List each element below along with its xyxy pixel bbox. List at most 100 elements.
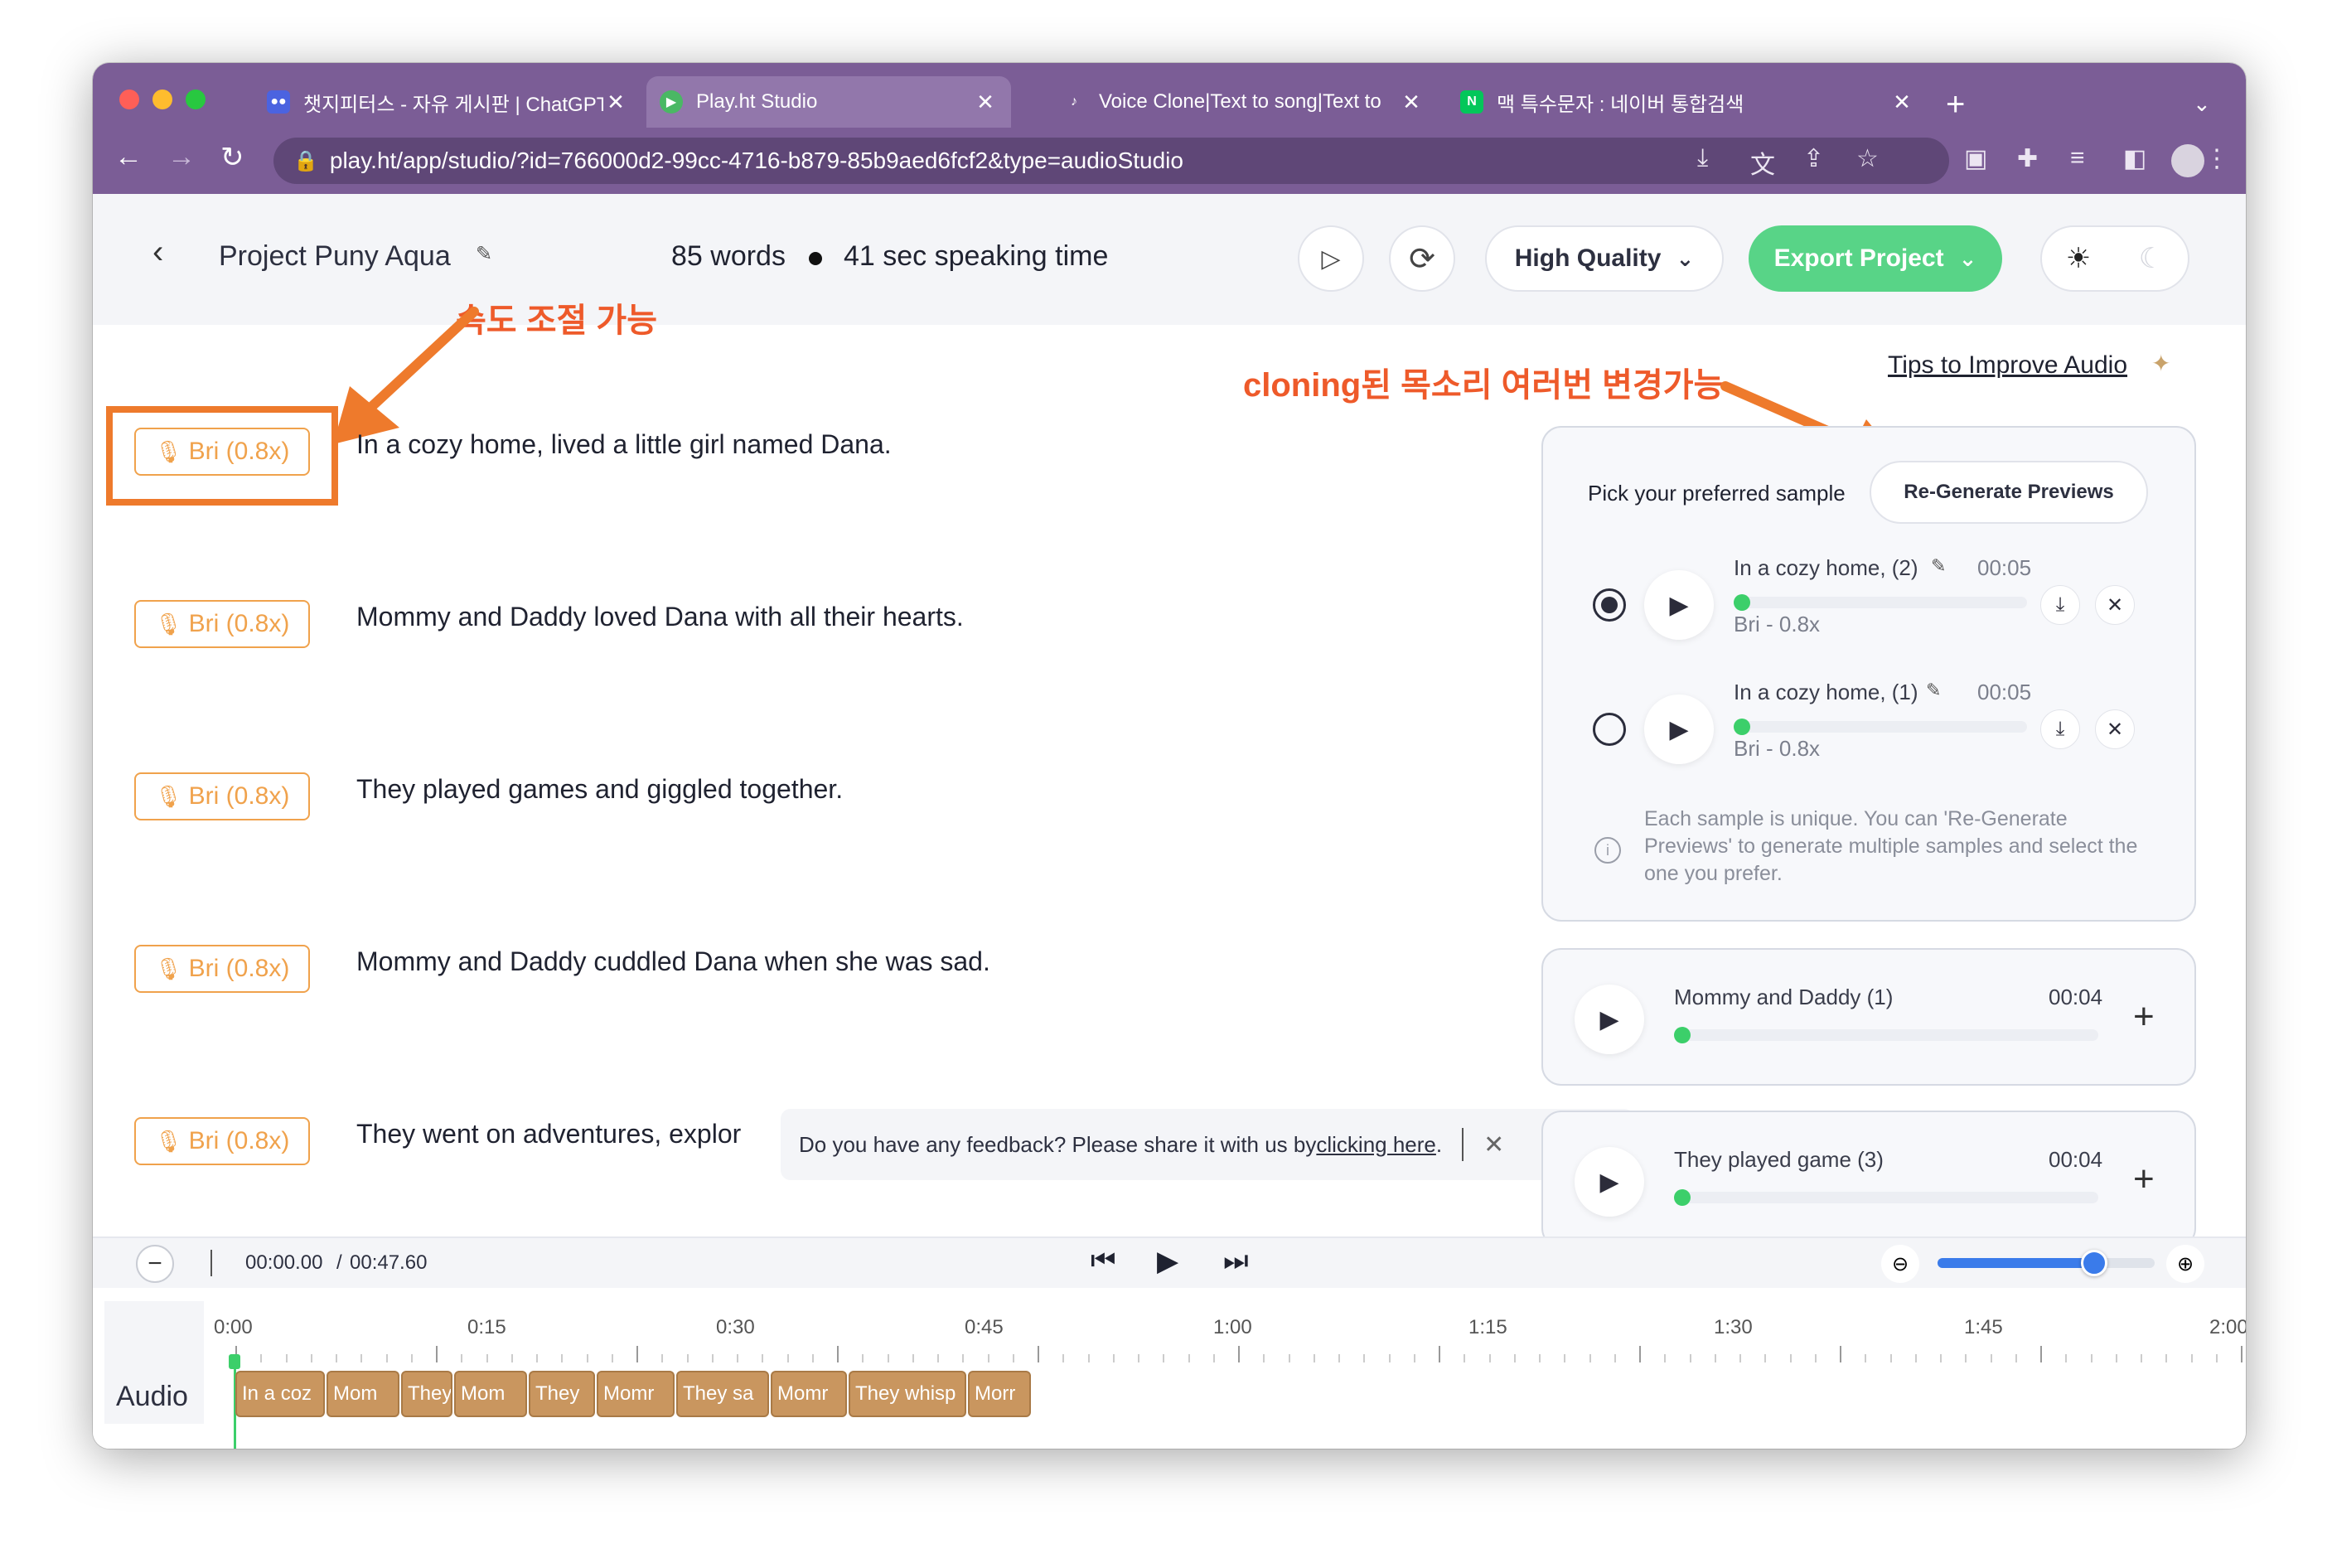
- sample-progress-track[interactable]: [1734, 721, 2027, 733]
- browser-tab-chatgpters[interactable]: ●● 챗지피터스 - 자유 게시판 | ChatGPT ✕: [259, 76, 636, 128]
- timeline-clip[interactable]: Morr: [968, 1371, 1031, 1417]
- theme-toggle[interactable]: ☀ ☾: [2040, 225, 2189, 292]
- project-title[interactable]: Project Puny Aqua: [219, 240, 451, 273]
- sample-progress-dot[interactable]: [1734, 719, 1750, 735]
- paragraph-text[interactable]: They played games and giggled together.: [356, 774, 843, 805]
- skip-back-icon[interactable]: ⏮: [1091, 1245, 1116, 1277]
- timeline-clip[interactable]: They: [529, 1371, 595, 1417]
- profile-avatar[interactable]: [2171, 144, 2204, 177]
- add-icon[interactable]: +: [2133, 996, 2155, 1038]
- ruler-tick: [2215, 1354, 2218, 1362]
- preview-progress-dot[interactable]: [1674, 1189, 1691, 1206]
- moon-icon[interactable]: ☾: [2139, 242, 2164, 275]
- install-icon[interactable]: ⤓: [1697, 144, 1708, 172]
- preview-play-button[interactable]: ▶: [1575, 1147, 1644, 1217]
- voice-speed-tag[interactable]: 🎙 Bri (0.8x): [134, 945, 310, 993]
- timeline-clip[interactable]: They sa: [676, 1371, 769, 1417]
- extension-icon[interactable]: ▣: [1964, 144, 1987, 173]
- voice-speed-tag[interactable]: 🎙 Bri (0.8x): [134, 1117, 310, 1165]
- close-tab-icon[interactable]: ✕: [973, 90, 998, 115]
- chevron-down-icon[interactable]: ⌄: [2193, 91, 2211, 117]
- edit-pencil-icon[interactable]: ✎: [476, 242, 492, 266]
- preview-progress-track[interactable]: [1674, 1029, 2098, 1041]
- zoom-slider-handle[interactable]: [2080, 1250, 2107, 1276]
- lock-icon: 🔒: [293, 149, 318, 172]
- sample-progress-dot[interactable]: [1734, 594, 1750, 611]
- play-icon[interactable]: ▶: [1157, 1245, 1178, 1278]
- feedback-link[interactable]: clicking here: [1316, 1132, 1436, 1158]
- skip-forward-icon[interactable]: ⏭: [1223, 1245, 1249, 1277]
- sample-play-button[interactable]: ▶: [1644, 570, 1714, 640]
- ruler-tick: [686, 1354, 689, 1362]
- forward-arrow-icon[interactable]: →: [167, 141, 196, 173]
- voice-speed-tag[interactable]: 🎙 Bri (0.8x): [134, 428, 310, 476]
- quality-dropdown[interactable]: High Quality ⌄: [1485, 225, 1724, 292]
- timeline-clip[interactable]: Mom: [327, 1371, 399, 1417]
- translate-icon[interactable]: 文: [1750, 144, 1775, 181]
- voice-speed-tag[interactable]: 🎙 Bri (0.8x): [134, 600, 310, 648]
- maximize-window-button[interactable]: [186, 90, 206, 109]
- timeline-clip[interactable]: Momr: [771, 1371, 847, 1417]
- preview-progress-dot[interactable]: [1674, 1027, 1691, 1043]
- zoom-in-icon[interactable]: ⊕: [2166, 1245, 2204, 1283]
- share-icon[interactable]: ⇪: [1803, 144, 1824, 173]
- new-tab-button[interactable]: +: [1946, 86, 1965, 123]
- close-tab-icon[interactable]: ✕: [1889, 90, 1914, 115]
- back-chevron-icon[interactable]: ‹: [152, 234, 163, 271]
- edit-pencil-icon[interactable]: ✎: [1931, 555, 1946, 577]
- sample-voice: Bri - 0.8x: [1734, 736, 1821, 761]
- puzzle-icon[interactable]: ✚: [2017, 144, 2038, 173]
- back-arrow-icon[interactable]: ←: [114, 141, 143, 173]
- close-tab-icon[interactable]: ✕: [1399, 90, 1424, 115]
- timeline-clip[interactable]: Mom: [454, 1371, 527, 1417]
- bookmark-star-icon[interactable]: ☆: [1856, 144, 1879, 173]
- preview-title: They played game (3): [1674, 1147, 1884, 1172]
- download-button[interactable]: ⤓: [2040, 585, 2080, 625]
- timeline-clip[interactable]: They: [401, 1371, 452, 1417]
- browser-tab-naver[interactable]: N 맥 특수문자 : 네이버 통합검색 ✕: [1452, 76, 1923, 128]
- close-tab-icon[interactable]: ✕: [603, 90, 628, 115]
- timeline-ruler[interactable]: [235, 1346, 2246, 1362]
- ruler-tick: [536, 1354, 538, 1362]
- edit-pencil-icon[interactable]: ✎: [1926, 680, 1941, 701]
- paragraph-text[interactable]: Mommy and Daddy loved Dana with all thei…: [356, 602, 964, 632]
- sample-progress-track[interactable]: [1734, 597, 2027, 608]
- voice-speed-tag[interactable]: 🎙 Bri (0.8x): [134, 772, 310, 820]
- media-icon[interactable]: ≡: [2070, 144, 2085, 172]
- video-preview-button[interactable]: ▷: [1298, 225, 1364, 292]
- timeline-clip[interactable]: In a coz: [235, 1371, 325, 1417]
- minimize-window-button[interactable]: [152, 90, 172, 109]
- playhead-handle[interactable]: [229, 1354, 240, 1369]
- sample-radio-selected[interactable]: [1593, 588, 1626, 622]
- export-project-button[interactable]: Export Project ⌄: [1749, 225, 2002, 292]
- timeline-clip[interactable]: Momr: [597, 1371, 675, 1417]
- annotation-cloning-text: cloning된 목소리 여러번 변경가능: [1243, 367, 1725, 404]
- sync-button[interactable]: ⟳: [1389, 225, 1455, 292]
- reload-icon[interactable]: ↻: [220, 141, 244, 174]
- paragraph-text[interactable]: Mommy and Daddy cuddled Dana when she wa…: [356, 946, 990, 977]
- zoom-out-icon[interactable]: ⊖: [1881, 1245, 1919, 1283]
- collapse-button[interactable]: −: [136, 1245, 174, 1283]
- preview-progress-track[interactable]: [1674, 1192, 2098, 1203]
- preview-play-button[interactable]: ▶: [1575, 985, 1644, 1054]
- paragraph-text[interactable]: In a cozy home, lived a little girl name…: [356, 429, 892, 460]
- close-window-button[interactable]: [119, 90, 139, 109]
- download-button[interactable]: ⤓: [2040, 709, 2080, 749]
- tips-link[interactable]: Tips to Improve Audio: [1888, 351, 2127, 380]
- add-icon[interactable]: +: [2133, 1159, 2155, 1200]
- ruler-tick: [1764, 1354, 1767, 1362]
- more-menu-icon[interactable]: ⋮: [2204, 144, 2229, 173]
- side-panel-icon[interactable]: ◧: [2123, 144, 2146, 173]
- remove-sample-button[interactable]: ✕: [2095, 709, 2135, 749]
- paragraph-text[interactable]: They went on adventures, explor: [356, 1119, 741, 1149]
- remove-sample-button[interactable]: ✕: [2095, 585, 2135, 625]
- browser-tab-voiceclone[interactable]: ♪ Voice Clone|Text to song|Text to ✕: [1054, 76, 1432, 128]
- regenerate-previews-button[interactable]: Re-Generate Previews: [1870, 461, 2148, 524]
- timeline-clip[interactable]: They whisp: [849, 1371, 966, 1417]
- close-icon[interactable]: ✕: [1483, 1130, 1504, 1159]
- zoom-slider-track[interactable]: [1938, 1250, 2155, 1276]
- sample-radio[interactable]: [1593, 713, 1626, 746]
- sun-icon[interactable]: ☀: [2066, 242, 2091, 275]
- sample-play-button[interactable]: ▶: [1644, 694, 1714, 764]
- browser-tab-playht[interactable]: ▶ Play.ht Studio ✕: [646, 76, 1011, 128]
